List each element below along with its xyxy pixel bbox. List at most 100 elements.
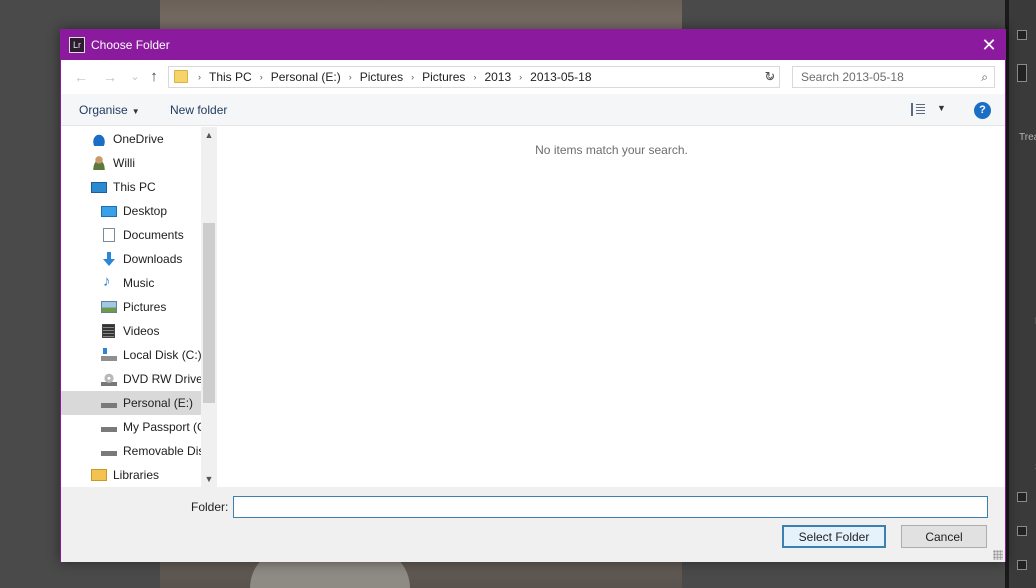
- nav-item-label: My Passport (G: [123, 420, 201, 434]
- breadcrumb: › This PC › Personal (E:) › Pictures › Pictures…: [193, 70, 595, 84]
- background-right-panel: Trea H S: [1005, 0, 1036, 588]
- breadcrumb-item[interactable]: Personal (E:): [268, 70, 344, 84]
- nav-item-label: Willi: [113, 156, 135, 170]
- command-bar: Organise ▼ New folder ▼ ?: [61, 94, 1005, 126]
- breadcrumb-item[interactable]: 2013-05-18: [527, 70, 594, 84]
- view-options-icon[interactable]: [911, 103, 925, 116]
- documents-icon: [103, 228, 115, 242]
- search-box[interactable]: ⌕: [792, 66, 995, 88]
- panel-slider-handle: [1017, 526, 1027, 536]
- nav-item-label: Downloads: [123, 252, 183, 266]
- refresh-button[interactable]: ↻: [761, 68, 779, 86]
- panel-slider-handle: [1017, 492, 1027, 502]
- nav-item-label: Desktop: [123, 204, 168, 218]
- chevron-right-icon[interactable]: ›: [514, 72, 527, 82]
- nav-item-label: Personal (E:): [123, 396, 194, 410]
- navigation-pane: OneDrive Willi This PC Desktop Documents Down…: [61, 127, 217, 487]
- nav-item-removable-dis[interactable]: Removable Dis: [61, 439, 201, 463]
- drive-icon: [101, 444, 117, 458]
- user-icon: [91, 156, 107, 170]
- onedrive-icon: [91, 132, 107, 146]
- nav-item-dvd-rw-drive[interactable]: DVD RW Drive: [61, 367, 201, 391]
- dialog-footer: Folder: Select Folder Cancel: [61, 487, 1005, 562]
- drive-icon: [101, 396, 117, 410]
- nav-item-willi[interactable]: Willi: [61, 151, 201, 175]
- breadcrumb-item[interactable]: Pictures: [419, 70, 468, 84]
- refresh-icon: ↻: [764, 69, 776, 84]
- breadcrumb-item[interactable]: Pictures: [357, 70, 406, 84]
- nav-item-documents[interactable]: Documents: [61, 223, 201, 247]
- nav-item-label: Pictures: [123, 300, 167, 314]
- new-folder-button[interactable]: New folder: [170, 103, 227, 117]
- help-icon[interactable]: ?: [974, 102, 991, 119]
- recent-locations-button[interactable]: ⌄: [127, 68, 143, 86]
- address-bar[interactable]: › This PC › Personal (E:) › Pictures › Pictures…: [168, 66, 780, 88]
- videos-icon: [102, 324, 115, 338]
- libraries-icon: [91, 469, 107, 481]
- nav-item-label: Removable Dis: [123, 444, 201, 458]
- chevron-right-icon[interactable]: ›: [468, 72, 481, 82]
- downloads-icon: [101, 252, 117, 266]
- folder-label: Folder:: [191, 500, 229, 514]
- drive-icon: [101, 420, 117, 434]
- breadcrumb-item[interactable]: 2013: [481, 70, 514, 84]
- up-arrow-icon: ↑: [150, 68, 158, 85]
- panel-slider-handle: [1017, 560, 1027, 570]
- forward-button[interactable]: →: [102, 68, 118, 86]
- file-list[interactable]: No items match your search.: [218, 127, 1005, 487]
- forward-arrow-icon: →: [103, 69, 117, 85]
- cancel-button[interactable]: Cancel: [901, 525, 987, 548]
- new-folder-label: New folder: [170, 103, 228, 117]
- nav-item-label: Local Disk (C:): [123, 348, 201, 362]
- scrollbar-thumb[interactable]: [203, 223, 215, 403]
- nav-item-label: This PC: [113, 180, 156, 194]
- local-disk-icon: [101, 348, 117, 362]
- nav-item-onedrive[interactable]: OneDrive: [61, 127, 201, 151]
- title-bar[interactable]: Lr Choose Folder ✕: [61, 30, 1005, 60]
- chevron-right-icon[interactable]: ›: [406, 72, 419, 82]
- close-button[interactable]: ✕: [973, 30, 1005, 60]
- nav-item-desktop[interactable]: Desktop: [61, 199, 201, 223]
- folder-icon: [174, 70, 188, 83]
- resize-grip-icon[interactable]: [993, 550, 1003, 560]
- address-row: ← → ⌄ ↑ › This PC › Personal (E:) › Pictures ›…: [61, 60, 1005, 94]
- nav-item-videos[interactable]: Videos: [61, 319, 201, 343]
- nav-item-label: DVD RW Drive: [123, 372, 201, 386]
- nav-item-personal-e[interactable]: Personal (E:): [61, 391, 201, 415]
- organise-label: Organise: [79, 103, 128, 117]
- navigation-scrollbar[interactable]: ▲ ▼: [201, 127, 217, 487]
- this-pc-icon: [91, 181, 107, 193]
- chevron-down-icon: ⌄: [130, 71, 140, 83]
- panel-label: Trea: [1019, 132, 1036, 143]
- nav-item-libraries[interactable]: Libraries: [61, 463, 201, 487]
- nav-item-music[interactable]: Music: [61, 271, 201, 295]
- select-folder-button[interactable]: Select Folder: [782, 525, 886, 548]
- lightroom-app-icon: Lr: [69, 37, 85, 53]
- choose-folder-dialog: Lr Choose Folder ✕ ← → ⌄ ↑ › This PC › Pers…: [60, 29, 1006, 562]
- nav-item-my-passport-g[interactable]: My Passport (G: [61, 415, 201, 439]
- music-icon: [101, 273, 117, 290]
- pictures-icon: [101, 301, 117, 313]
- back-button[interactable]: ←: [73, 68, 89, 86]
- nav-item-pictures[interactable]: Pictures: [61, 295, 201, 319]
- breadcrumb-item[interactable]: This PC: [206, 70, 255, 84]
- desktop-icon: [101, 205, 117, 217]
- search-input[interactable]: [793, 67, 973, 87]
- back-arrow-icon: ←: [74, 69, 88, 85]
- nav-item-this-pc[interactable]: This PC: [61, 175, 201, 199]
- dvd-drive-icon: [101, 372, 117, 386]
- folder-name-input[interactable]: [233, 496, 988, 518]
- nav-item-label: Videos: [123, 324, 160, 338]
- chevron-right-icon[interactable]: ›: [193, 72, 206, 82]
- up-button[interactable]: ↑: [146, 68, 162, 86]
- scroll-down-icon[interactable]: ▼: [201, 471, 217, 487]
- chevron-right-icon[interactable]: ›: [344, 72, 357, 82]
- organise-button[interactable]: Organise ▼: [79, 103, 140, 117]
- nav-item-label: Music: [123, 276, 155, 290]
- nav-item-local-disk-c[interactable]: Local Disk (C:): [61, 343, 201, 367]
- chevron-right-icon[interactable]: ›: [255, 72, 268, 82]
- view-dropdown-icon[interactable]: ▼: [937, 103, 946, 113]
- panel-checkbox: [1017, 30, 1027, 40]
- nav-item-downloads[interactable]: Downloads: [61, 247, 201, 271]
- scroll-up-icon[interactable]: ▲: [201, 127, 217, 143]
